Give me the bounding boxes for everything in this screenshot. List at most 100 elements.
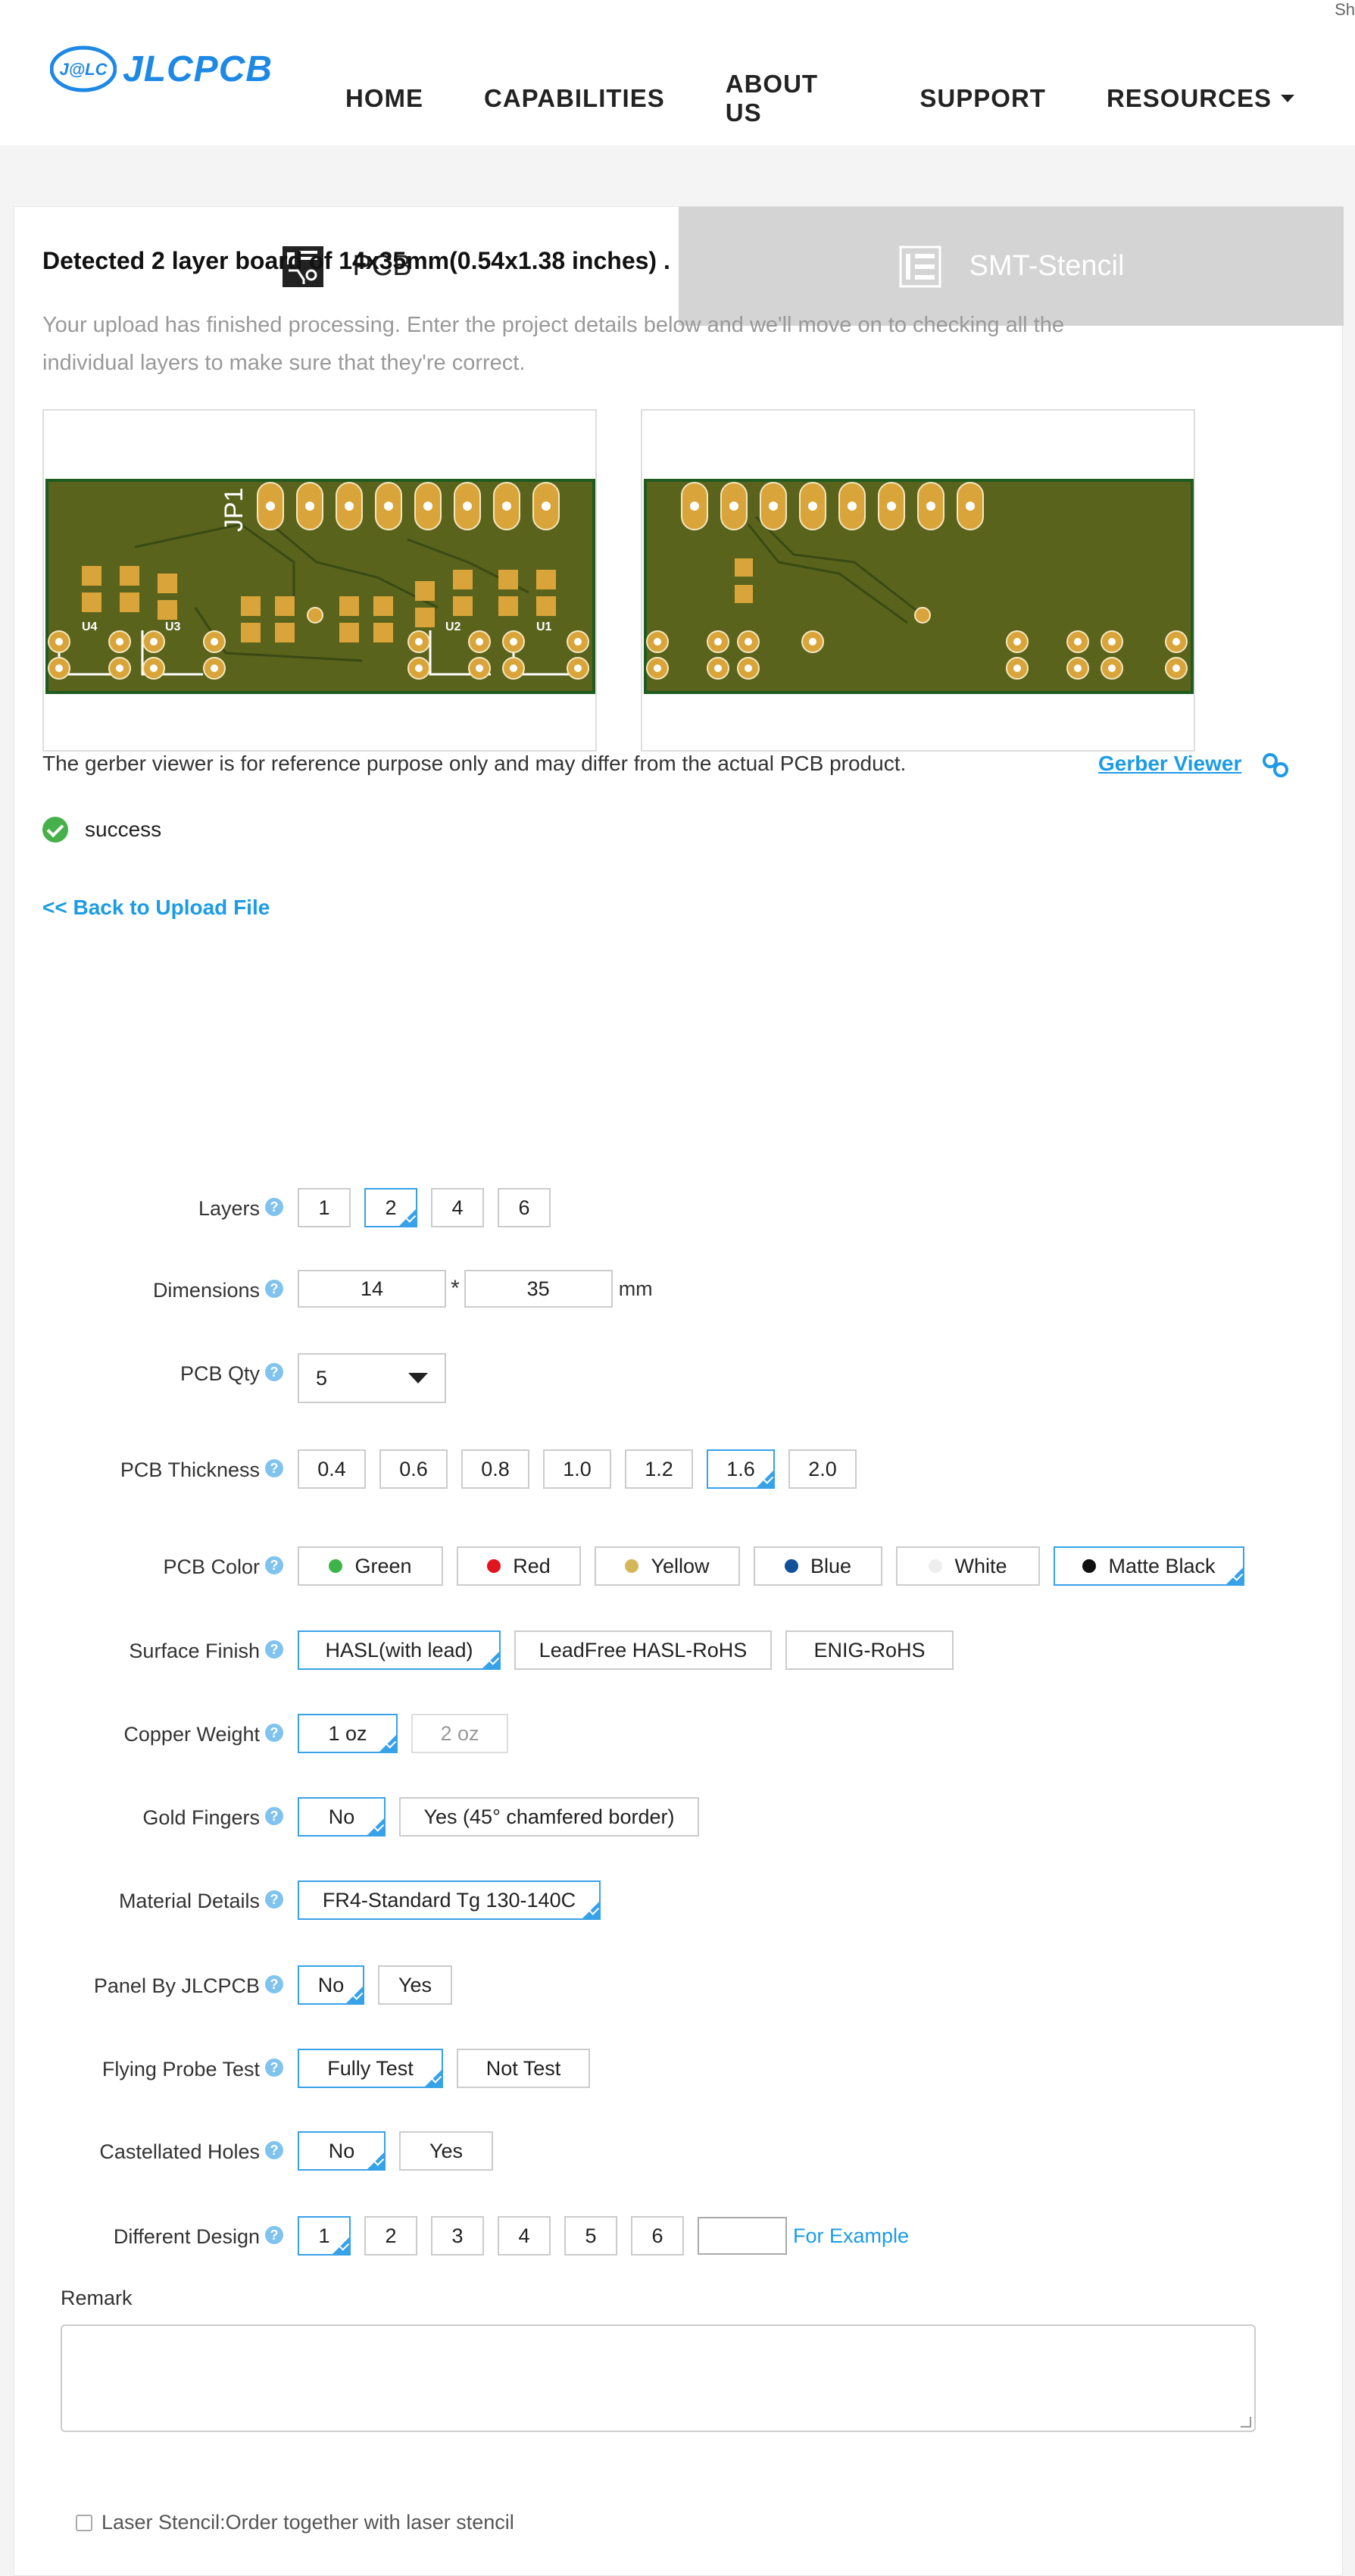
probe-option-not-test[interactable]: Not Test	[457, 2049, 590, 2088]
nav-resources[interactable]: RESOURCES	[1107, 70, 1294, 127]
layers-option-4[interactable]: 4	[431, 1188, 484, 1227]
design-option-4[interactable]: 4	[498, 2216, 551, 2256]
gold-fingers-option-no[interactable]: No	[298, 1797, 386, 1837]
laser-stencil-option[interactable]: Laser Stencil:Order together with laser …	[76, 2511, 514, 2534]
nav-about-us[interactable]: ABOUT US	[726, 70, 860, 127]
row-pcb-qty: PCB Qty ? 5	[0, 1353, 1329, 1403]
design-option-1[interactable]: 1	[298, 2216, 351, 2256]
nav-support[interactable]: SUPPORT	[919, 70, 1046, 127]
dimension-width-input[interactable]	[298, 1270, 446, 1308]
laser-stencil-checkbox[interactable]	[76, 2514, 92, 2531]
thickness-option-0-8[interactable]: 0.8	[461, 1449, 529, 1489]
help-icon[interactable]: ?	[265, 1363, 283, 1381]
help-icon[interactable]: ?	[265, 1198, 283, 1216]
design-option-6[interactable]: 6	[631, 2216, 684, 2256]
surface-option-leadfree-hasl[interactable]: LeadFree HASL-RoHS	[514, 1630, 772, 1670]
color-option-matte-black[interactable]: Matte Black	[1054, 1546, 1244, 1586]
gerber-viewer-link[interactable]: Gerber Viewer	[1098, 752, 1241, 776]
nav-capabilities[interactable]: CAPABILITIES	[484, 70, 665, 127]
row-dimensions: Dimensions ? * mm	[0, 1270, 1329, 1312]
caret-down-icon	[1281, 95, 1294, 102]
panel-label: Panel By JLCPCB	[93, 1974, 260, 1997]
remark-textarea[interactable]	[61, 2324, 1256, 2432]
help-icon[interactable]: ?	[265, 1807, 283, 1825]
copper-option-2oz[interactable]: 2 oz	[411, 1714, 508, 1753]
row-pcb-thickness: PCB Thickness ? 0.4 0.6 0.8 1.0 1.2 1.6 …	[0, 1449, 1329, 1492]
thickness-option-2-0[interactable]: 2.0	[788, 1449, 857, 1489]
for-example-link[interactable]: For Example	[793, 2224, 909, 2248]
help-icon[interactable]: ?	[265, 1640, 283, 1658]
link-icon[interactable]	[1260, 752, 1291, 779]
resize-grip-icon[interactable]	[1241, 2417, 1251, 2428]
pcb-qty-select[interactable]: 5	[298, 1353, 446, 1403]
color-option-red[interactable]: Red	[457, 1546, 581, 1586]
thickness-option-1-0[interactable]: 1.0	[543, 1449, 611, 1489]
flying-probe-label: Flying Probe Test	[101, 2058, 260, 2080]
stencil-icon	[899, 245, 941, 287]
upload-status: success	[42, 817, 161, 843]
help-icon[interactable]: ?	[265, 1459, 283, 1477]
logo-badge-icon: J@LC	[49, 44, 117, 94]
pcb-top-view[interactable]: JP1 U4 U3 U2 U1	[42, 409, 597, 752]
castellated-option-no[interactable]: No	[298, 2131, 386, 2171]
color-name-green: Green	[354, 1554, 412, 1577]
help-icon[interactable]: ?	[265, 1724, 283, 1742]
thickness-option-1-2[interactable]: 1.2	[625, 1449, 693, 1489]
color-name-white: White	[954, 1554, 1007, 1577]
color-name-blue: Blue	[810, 1554, 852, 1577]
castellated-option-yes[interactable]: Yes	[399, 2131, 493, 2171]
layers-option-2[interactable]: 2	[364, 1188, 417, 1227]
different-design-label: Different Design	[113, 2225, 260, 2248]
thickness-option-1-6[interactable]: 1.6	[707, 1449, 775, 1489]
laser-stencil-label: Laser Stencil:Order together with laser …	[101, 2511, 514, 2534]
color-dot-red	[487, 1559, 501, 1573]
row-gold-fingers: Gold Fingers ? No Yes (45° chamfered bor…	[0, 1797, 1329, 1840]
color-dot-yellow	[625, 1559, 639, 1573]
color-dot-green	[329, 1559, 343, 1573]
tab-smt-label: SMT-Stencil	[969, 250, 1125, 282]
row-material-details: Material Details ? FR4-Standard Tg 130-1…	[0, 1880, 1329, 1923]
gold-fingers-option-yes[interactable]: Yes (45° chamfered border)	[399, 1797, 699, 1837]
back-to-upload-link[interactable]: << Back to Upload File	[42, 896, 270, 920]
help-icon[interactable]: ?	[265, 2141, 283, 2159]
color-option-white[interactable]: White	[896, 1546, 1040, 1586]
probe-option-fully-test[interactable]: Fully Test	[298, 2049, 443, 2088]
material-option-fr4[interactable]: FR4-Standard Tg 130-140C	[298, 1880, 601, 1920]
row-flying-probe-test: Flying Probe Test ? Fully Test Not Test	[0, 2049, 1329, 2091]
thickness-option-0-6[interactable]: 0.6	[379, 1449, 448, 1489]
help-icon[interactable]: ?	[265, 2226, 283, 2244]
color-option-green[interactable]: Green	[298, 1546, 443, 1586]
layers-option-1[interactable]: 1	[298, 1188, 351, 1227]
jlcpcb-logo[interactable]: J@LC JLCPCB	[49, 44, 273, 94]
help-icon[interactable]: ?	[265, 1556, 283, 1574]
color-option-blue[interactable]: Blue	[754, 1546, 882, 1586]
surface-option-hasl[interactable]: HASL(with lead)	[298, 1630, 501, 1670]
color-option-yellow[interactable]: Yellow	[595, 1546, 740, 1586]
jp1-silkscreen: JP1	[220, 487, 248, 532]
nav-resources-label: RESOURCES	[1106, 84, 1272, 112]
u4-silkscreen: U4	[82, 621, 98, 633]
thickness-option-0-4[interactable]: 0.4	[298, 1449, 366, 1489]
help-icon[interactable]: ?	[265, 2059, 283, 2077]
pcb-bottom-view[interactable]	[641, 409, 1195, 752]
pcb-qty-label: PCB Qty	[180, 1362, 260, 1385]
design-option-3[interactable]: 3	[431, 2216, 484, 2256]
main-nav: HOME CAPABILITIES ABOUT US SUPPORT RESOU…	[345, 70, 1355, 127]
help-icon[interactable]: ?	[265, 1890, 283, 1909]
copper-option-1oz[interactable]: 1 oz	[298, 1714, 398, 1753]
copper-weight-label: Copper Weight	[123, 1723, 260, 1746]
design-option-5[interactable]: 5	[564, 2216, 617, 2256]
panel-option-yes[interactable]: Yes	[378, 1965, 452, 2005]
nav-home[interactable]: HOME	[345, 70, 423, 127]
design-option-2[interactable]: 2	[364, 2216, 417, 2256]
design-custom-input[interactable]	[698, 2217, 787, 2255]
u3-silkscreen: U3	[165, 621, 181, 633]
help-icon[interactable]: ?	[265, 1975, 283, 1993]
layers-label: Layers	[198, 1197, 260, 1220]
panel-option-no[interactable]: No	[298, 1965, 364, 2005]
layers-option-6[interactable]: 6	[498, 1188, 551, 1227]
help-icon[interactable]: ?	[265, 1280, 283, 1298]
surface-option-enig[interactable]: ENIG-RoHS	[785, 1630, 954, 1670]
color-dot-white	[929, 1559, 943, 1573]
dimension-height-input[interactable]	[464, 1270, 613, 1308]
